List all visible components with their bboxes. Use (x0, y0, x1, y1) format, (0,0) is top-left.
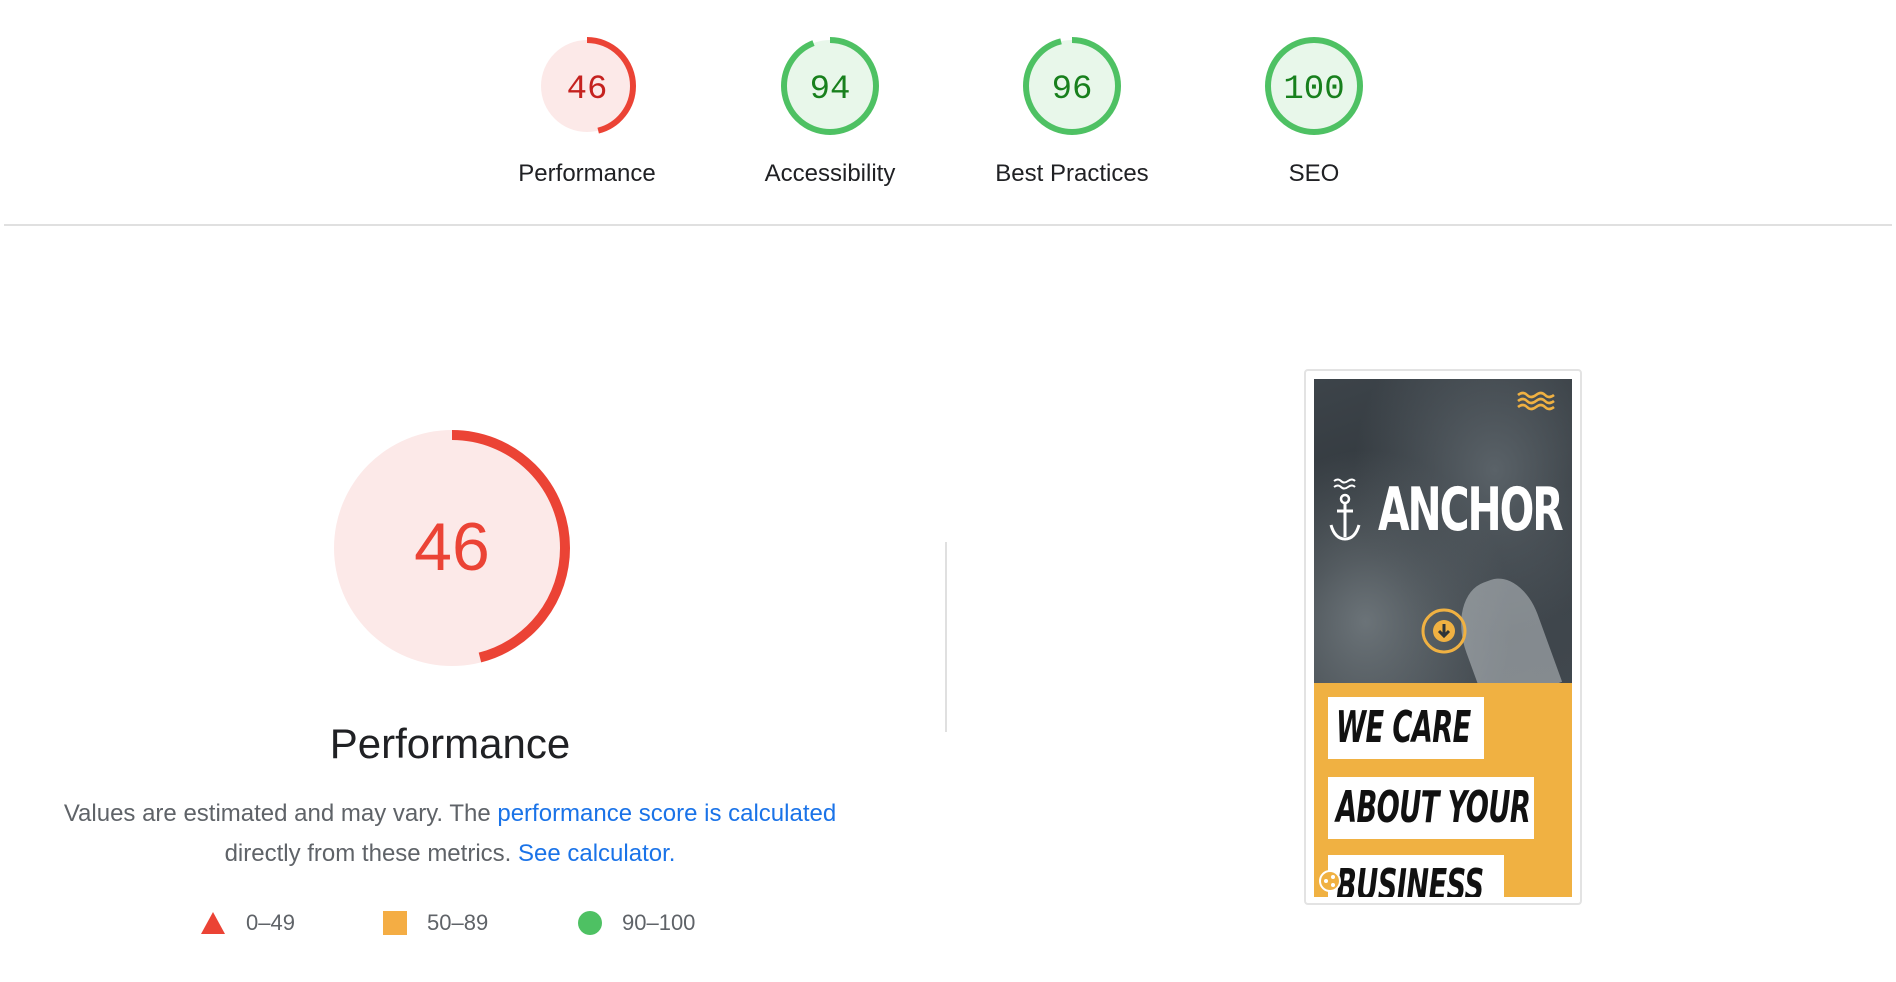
brand-logo: ANCHOR (1328, 475, 1568, 545)
legend-average: 50–89 (383, 910, 488, 936)
gauge-accessibility-ring: 94 (781, 37, 879, 135)
legend-pass: 90–100 (578, 910, 695, 936)
final-screenshot-thumbnail[interactable]: ANCHOR WE CARE ABOUT YOUR BUSINESS (1304, 369, 1582, 905)
gauge-seo-label: SEO (1288, 160, 1340, 187)
category-gauges: 46 Performance 94 Accessibility 96 Best … (0, 0, 1896, 226)
arrow-down-circle-icon (1421, 608, 1467, 654)
tagline-line-2: ABOUT YOUR (1328, 777, 1534, 839)
gauge-performance[interactable]: 46 Performance (467, 34, 707, 194)
screenshot-image: ANCHOR WE CARE ABOUT YOUR BUSINESS (1314, 379, 1572, 897)
vertical-separator (945, 542, 947, 732)
share-icon (1319, 870, 1341, 892)
desc-text-1: Values are estimated and may vary. The (63, 800, 498, 827)
legend-average-range: 50–89 (427, 910, 489, 935)
waves-menu-icon (1517, 391, 1555, 411)
gauge-seo-score: 100 (1283, 71, 1344, 109)
gauge-accessibility-score: 94 (810, 71, 851, 109)
gauge-performance-ring: 46 (538, 37, 636, 135)
tagline-section: WE CARE ABOUT YOUR BUSINESS (1314, 683, 1572, 897)
legend-fail: 0–49 (200, 910, 295, 936)
gauge-seo-ring: 100 (1265, 37, 1363, 135)
gauge-best-practices[interactable]: 96 Best Practices (952, 34, 1192, 194)
hero-section: ANCHOR (1314, 379, 1572, 710)
gauge-performance-label: Performance (518, 160, 656, 187)
gauge-performance-score: 46 (567, 71, 608, 109)
gauge-seo[interactable]: 100 SEO (1194, 34, 1434, 194)
anchor-icon (1329, 478, 1361, 541)
tagline-line-3: BUSINESS (1328, 855, 1504, 897)
square-icon (383, 911, 407, 935)
performance-description: Values are estimated and may vary. The p… (40, 794, 860, 874)
desc-text-2: directly from these metrics. (224, 840, 518, 867)
gauge-best-practices-ring: 96 (1023, 37, 1121, 135)
gauge-best-practices-score: 96 (1052, 71, 1093, 109)
score-legend: 0–49 50–89 90–100 (200, 910, 760, 950)
section-divider (4, 224, 1892, 226)
performance-score-large: 46 (414, 509, 490, 585)
brand-name: ANCHOR (1378, 475, 1564, 545)
performance-title: Performance (329, 720, 571, 767)
triangle-icon (201, 912, 225, 934)
gauge-accessibility[interactable]: 94 Accessibility (710, 34, 950, 194)
legend-pass-range: 90–100 (622, 910, 696, 935)
legend-fail-range: 0–49 (246, 910, 295, 935)
see-calculator-link[interactable]: See calculator. (518, 840, 675, 867)
gauge-accessibility-label: Accessibility (764, 160, 896, 187)
performance-gauge-large: 46 (334, 430, 570, 666)
gauge-best-practices-label: Best Practices (995, 160, 1149, 187)
tagline-line-1: WE CARE (1328, 697, 1484, 759)
circle-icon (578, 911, 602, 935)
score-calculated-link[interactable]: performance score is calculated (497, 800, 836, 827)
